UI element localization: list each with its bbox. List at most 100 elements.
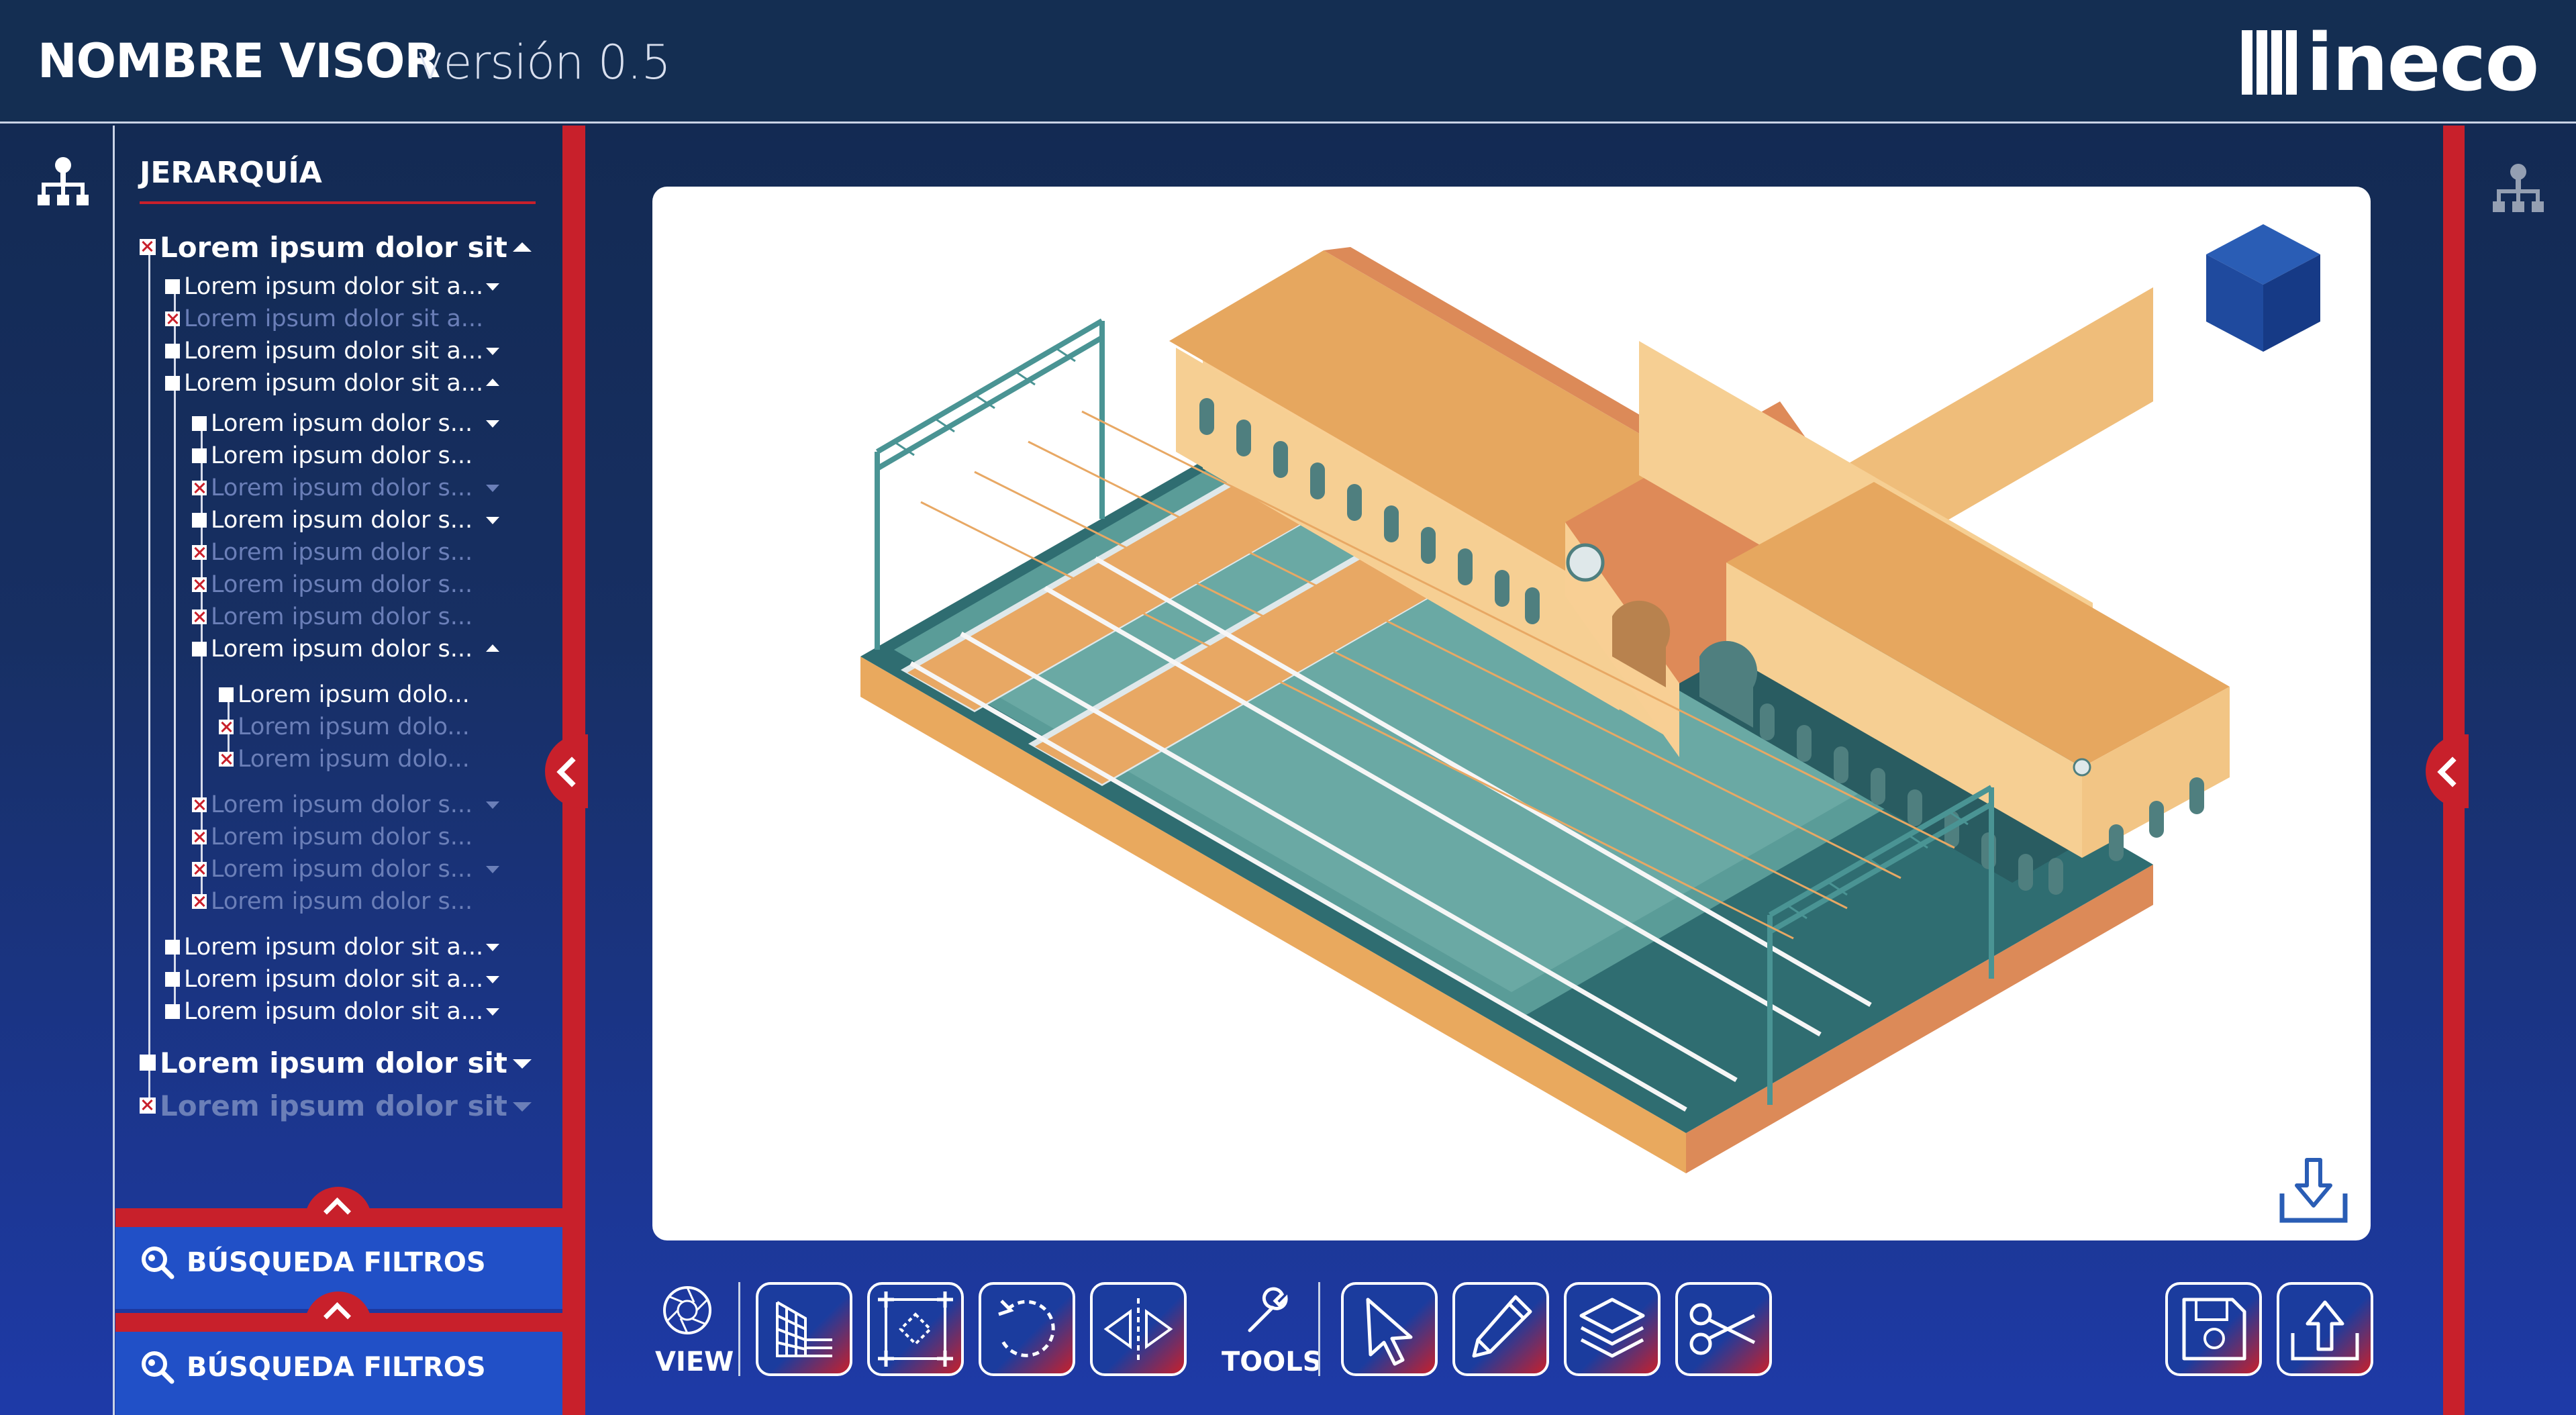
tree-item[interactable]: Lorem ipsum dolor s... (192, 537, 501, 568)
tree-item[interactable]: Lorem ipsum dolo... (219, 679, 501, 710)
tree-item[interactable]: Lorem ipsum dolor s... (192, 822, 501, 852)
checkbox-icon[interactable] (192, 609, 207, 624)
caret-down-icon[interactable] (486, 348, 499, 355)
caret-down-icon[interactable] (486, 866, 499, 873)
checkbox-icon[interactable] (192, 862, 207, 877)
layers-tool-button[interactable] (1564, 1282, 1661, 1376)
app-header: NOMBRE VISOR versión 0.5 ineco (0, 0, 2576, 124)
scissors-icon (1689, 1303, 1756, 1355)
tree-item[interactable]: Lorem ipsum dolor sit a... (165, 932, 501, 963)
caret-down-icon[interactable] (513, 1102, 532, 1112)
checkbox-icon[interactable] (192, 830, 207, 844)
checkbox-icon[interactable] (192, 642, 207, 656)
tree-item[interactable]: Lorem ipsum dolor s... (192, 505, 501, 536)
tree-item-label: Lorem ipsum dolor sit a... (184, 305, 484, 332)
view-cube-icon[interactable] (2196, 217, 2330, 365)
caret-down-icon[interactable] (486, 517, 499, 524)
checkbox-icon[interactable] (192, 416, 207, 431)
tree-item[interactable]: Lorem ipsum dolor s... (192, 789, 501, 820)
tree-item[interactable]: Lorem ipsum dolor sit a... (165, 964, 501, 995)
tree-item-label: Lorem ipsum dolor s... (211, 410, 473, 437)
checkbox-icon[interactable] (165, 1004, 180, 1019)
tree-item[interactable]: Lorem ipsum dolor sit (140, 1046, 542, 1079)
tree-item[interactable]: Lorem ipsum dolor s... (192, 634, 501, 665)
mirror-view-button[interactable] (1090, 1282, 1187, 1376)
tree-item-label: Lorem ipsum dolor s... (211, 442, 473, 469)
expand-right-panel-button[interactable] (2426, 734, 2469, 808)
tree-item-label: Lorem ipsum dolor s... (211, 507, 473, 534)
train-station-model[interactable] (652, 187, 2371, 1240)
caret-down-icon[interactable] (513, 1059, 532, 1069)
cursor-icon (1366, 1298, 1413, 1366)
upload-button[interactable] (2277, 1282, 2373, 1376)
tree-item-label: Lorem ipsum dolor s... (211, 856, 473, 883)
tree-item[interactable]: Lorem ipsum dolor sit a... (165, 336, 501, 367)
download-icon[interactable] (2277, 1153, 2350, 1227)
checkbox-icon[interactable] (219, 720, 234, 734)
search-filters-label: BÚSQUEDA FILTROS (187, 1352, 486, 1383)
checkbox-icon[interactable] (219, 752, 234, 767)
caret-up-icon[interactable] (486, 379, 499, 386)
checkbox-icon[interactable] (192, 797, 207, 812)
annotate-tool-button[interactable] (1452, 1282, 1549, 1376)
caret-down-icon[interactable] (486, 485, 499, 492)
caret-down-icon[interactable] (486, 801, 499, 809)
tree-item[interactable]: Lorem ipsum dolor s... (192, 601, 501, 632)
tree-item[interactable]: Lorem ipsum dolor s... (192, 886, 501, 917)
checkbox-icon[interactable] (165, 344, 180, 358)
checkbox-icon[interactable] (165, 972, 180, 987)
hierarchy-icon[interactable] (35, 154, 91, 211)
checkbox-icon[interactable] (165, 940, 180, 955)
caret-down-icon[interactable] (486, 1008, 499, 1016)
tree-item-label: Lorem ipsum dolor s... (211, 475, 473, 501)
tree-connector (148, 252, 150, 1108)
tree-item[interactable]: Lorem ipsum dolor sit a... (165, 368, 501, 399)
tree-item[interactable]: Lorem ipsum dolo... (219, 744, 501, 775)
select-tool-button[interactable] (1341, 1282, 1438, 1376)
tree-item[interactable]: Lorem ipsum dolo... (219, 712, 501, 742)
checkbox-icon[interactable] (165, 376, 180, 391)
caret-up-icon[interactable] (513, 242, 532, 252)
wrench-icon[interactable] (1240, 1283, 1294, 1337)
rotate-view-button[interactable] (979, 1282, 1075, 1376)
caret-down-icon[interactable] (486, 283, 499, 291)
tree-item[interactable]: Lorem ipsum dolor sit (140, 231, 542, 264)
save-button[interactable] (2165, 1282, 2262, 1376)
camera-aperture-icon[interactable] (660, 1283, 714, 1337)
caret-down-icon[interactable] (486, 944, 499, 951)
tree-item[interactable]: Lorem ipsum dolor sit a... (165, 271, 501, 302)
tree-item[interactable]: Lorem ipsum dolor sit a... (165, 303, 501, 334)
caret-down-icon[interactable] (486, 976, 499, 983)
tree-item[interactable]: Lorem ipsum dolor s... (192, 408, 501, 439)
checkbox-icon[interactable] (192, 577, 207, 592)
checkbox-icon[interactable] (192, 545, 207, 560)
checkbox-icon[interactable] (140, 1055, 156, 1071)
tree-item[interactable]: Lorem ipsum dolor sit (140, 1089, 542, 1122)
tree-item-label: Lorem ipsum dolo... (238, 746, 470, 773)
checkbox-icon[interactable] (192, 481, 207, 495)
tree-item[interactable]: Lorem ipsum dolor sit a... (165, 996, 501, 1027)
tree-item-label: Lorem ipsum dolor s... (211, 636, 473, 663)
checkbox-icon[interactable] (165, 279, 180, 294)
checkbox-icon[interactable] (140, 1097, 156, 1114)
caret-down-icon[interactable] (486, 420, 499, 428)
caret-up-icon[interactable] (486, 644, 499, 652)
checkbox-icon[interactable] (192, 513, 207, 528)
fit-frame-icon (878, 1291, 953, 1367)
tree-item[interactable]: Lorem ipsum dolor s... (192, 473, 501, 503)
tree-item[interactable]: Lorem ipsum dolor s... (192, 854, 501, 885)
tree-item[interactable]: Lorem ipsum dolor s... (192, 569, 501, 600)
checkbox-icon[interactable] (192, 894, 207, 909)
cut-tool-button[interactable] (1675, 1282, 1772, 1376)
perspective-view-button[interactable] (756, 1282, 852, 1376)
checkbox-icon[interactable] (140, 239, 156, 255)
checkbox-icon[interactable] (192, 448, 207, 463)
tree-item-label: Lorem ipsum dolor sit a... (184, 338, 484, 364)
3d-viewer[interactable] (652, 187, 2371, 1240)
fit-view-button[interactable] (867, 1282, 964, 1376)
tree-item-label: Lorem ipsum dolor sit a... (184, 966, 484, 993)
tree-item[interactable]: Lorem ipsum dolor s... (192, 440, 501, 471)
checkbox-icon[interactable] (219, 687, 234, 702)
hierarchy-icon[interactable] (2490, 161, 2546, 217)
checkbox-icon[interactable] (165, 311, 180, 326)
